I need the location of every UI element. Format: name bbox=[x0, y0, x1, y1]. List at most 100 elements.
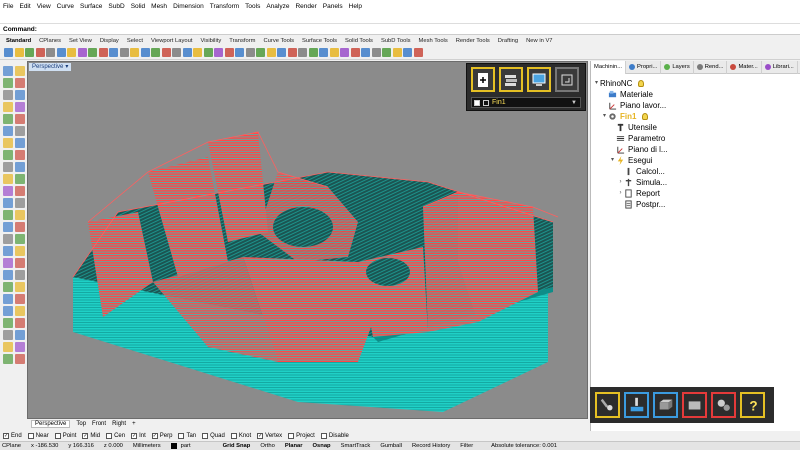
checkbox-icon[interactable] bbox=[288, 433, 295, 439]
toolbar-tool-icon[interactable] bbox=[382, 48, 391, 57]
tree-node-materiale[interactable]: Materiale bbox=[593, 89, 800, 100]
viewport-tab-front[interactable]: Front bbox=[92, 421, 106, 427]
stock-shape-button[interactable] bbox=[653, 392, 678, 418]
tree-node-utensile[interactable]: Utensile bbox=[593, 122, 800, 133]
expand-toggle-icon[interactable]: › bbox=[617, 188, 624, 199]
toolbar-tool-icon[interactable] bbox=[361, 48, 370, 57]
toolbox-tool-icon[interactable] bbox=[3, 354, 13, 364]
status-toggle-record-history[interactable]: Record History bbox=[410, 443, 450, 449]
menu-dimension[interactable]: Dimension bbox=[173, 3, 204, 10]
toolbox-tool-icon[interactable] bbox=[15, 222, 25, 232]
tree-node-parametro[interactable]: Parametro bbox=[593, 133, 800, 144]
toolbar-tool-icon[interactable] bbox=[25, 48, 34, 57]
help-button[interactable]: ? bbox=[740, 392, 765, 418]
toolbox-tool-icon[interactable] bbox=[3, 330, 13, 340]
toolbar-tab-viewport-layout[interactable]: Viewport Layout bbox=[151, 38, 192, 44]
command-input[interactable] bbox=[40, 24, 781, 34]
toolbar-tab-render-tools[interactable]: Render Tools bbox=[456, 38, 490, 44]
toolbar-tool-icon[interactable] bbox=[403, 48, 412, 57]
toolbar-tab-standard[interactable]: Standard bbox=[6, 38, 31, 44]
toolbox-tool-icon[interactable] bbox=[3, 222, 13, 232]
status-toggle-gumball[interactable]: Gumball bbox=[378, 443, 402, 449]
toolbar-tool-icon[interactable] bbox=[98, 48, 108, 57]
panel-tab-machinin[interactable]: Machinin... bbox=[591, 60, 627, 74]
toolbox-tool-icon[interactable] bbox=[15, 234, 25, 244]
panel-tab-rend[interactable]: Rend... bbox=[694, 60, 728, 74]
tree-node-piano-lavor[interactable]: Piano lavor... bbox=[593, 100, 800, 111]
toolbox-tool-icon[interactable] bbox=[15, 78, 25, 88]
toolbox-tool-icon[interactable] bbox=[15, 66, 25, 76]
operation-button[interactable] bbox=[624, 392, 649, 418]
tree-node-piano-di-l[interactable]: Piano di l... bbox=[593, 144, 800, 155]
toolbox-tool-icon[interactable] bbox=[15, 174, 25, 184]
toolbar-tool-icon[interactable] bbox=[329, 48, 339, 57]
expand-toggle-icon[interactable]: ▾ bbox=[593, 78, 600, 89]
toolbar-tool-icon[interactable] bbox=[172, 48, 181, 57]
toolbar-tab-set-view[interactable]: Set View bbox=[69, 38, 92, 44]
osnap-int[interactable]: ✓ Int bbox=[131, 433, 146, 439]
osnap-tan[interactable]: Tan bbox=[178, 433, 196, 439]
toolbox-tool-icon[interactable] bbox=[3, 294, 13, 304]
osnap-end[interactable]: ✓ End bbox=[3, 433, 22, 439]
toolbox-tool-icon[interactable] bbox=[15, 354, 25, 364]
toolbox-tool-icon[interactable] bbox=[3, 306, 13, 316]
expand-toggle-icon[interactable]: › bbox=[617, 177, 624, 188]
toolbar-tool-icon[interactable] bbox=[193, 48, 202, 57]
checkbox-icon[interactable] bbox=[27, 433, 34, 439]
checkbox-icon[interactable] bbox=[106, 433, 113, 439]
osnap-perp[interactable]: ✓ Perp bbox=[151, 433, 172, 439]
lightbulb-icon[interactable] bbox=[638, 80, 645, 87]
menu-solid[interactable]: Solid bbox=[131, 3, 145, 10]
toolbar-tool-icon[interactable] bbox=[151, 48, 160, 57]
checkbox-icon[interactable] bbox=[202, 433, 209, 439]
expand-toggle-icon[interactable]: ▾ bbox=[609, 155, 616, 166]
add-viewport-icon[interactable]: + bbox=[132, 421, 136, 427]
osnap-point[interactable]: Point bbox=[54, 433, 76, 439]
add-operation-button[interactable] bbox=[471, 67, 495, 92]
tree-node-rhinonc[interactable]: ▾ RhinoNC bbox=[593, 78, 800, 89]
toolbar-tool-icon[interactable] bbox=[287, 48, 297, 57]
menu-panels[interactable]: Panels bbox=[323, 3, 343, 10]
toolbox-tool-icon[interactable] bbox=[15, 186, 25, 196]
toolbar-tab-new-in-v7[interactable]: New in V7 bbox=[526, 38, 552, 44]
menu-subd[interactable]: SubD bbox=[108, 3, 124, 10]
toolbar-tab-cplanes[interactable]: CPlanes bbox=[39, 38, 61, 44]
toolbox-tool-icon[interactable] bbox=[3, 258, 13, 268]
checkbox-icon[interactable]: ✓ bbox=[151, 433, 158, 439]
menu-edit[interactable]: Edit bbox=[19, 3, 30, 10]
toolbox-tool-icon[interactable] bbox=[3, 126, 13, 136]
menu-mesh[interactable]: Mesh bbox=[151, 3, 167, 10]
checkbox-icon[interactable]: ✓ bbox=[82, 433, 89, 439]
viewport-tab-right[interactable]: Right bbox=[112, 421, 126, 427]
toolbox-tool-icon[interactable] bbox=[3, 78, 13, 88]
status-toggle-filter[interactable]: Filter bbox=[458, 443, 473, 449]
toolbar-tool-icon[interactable] bbox=[224, 48, 234, 57]
toolbar-tool-icon[interactable] bbox=[67, 48, 76, 57]
toolbar-tool-icon[interactable] bbox=[214, 48, 223, 57]
toolbar-tool-icon[interactable] bbox=[182, 48, 192, 57]
operation-combo[interactable]: Fin1 ▼ bbox=[471, 97, 581, 108]
status-toggle-grid-snap[interactable]: Grid Snap bbox=[221, 443, 251, 449]
settings-button[interactable] bbox=[711, 392, 736, 418]
tree-node-calcol[interactable]: Calcol... bbox=[593, 166, 800, 177]
toolbar-tool-icon[interactable] bbox=[4, 48, 13, 57]
toolbar-tab-surface-tools[interactable]: Surface Tools bbox=[302, 38, 337, 44]
toolbar-tool-icon[interactable] bbox=[77, 48, 87, 57]
machine-button[interactable] bbox=[527, 67, 551, 92]
expand-toggle-icon[interactable]: ▾ bbox=[601, 111, 608, 122]
viewport-tab-perspective[interactable]: Perspective bbox=[31, 420, 71, 428]
toolbar-tab-display[interactable]: Display bbox=[100, 38, 119, 44]
toolbox-tool-icon[interactable] bbox=[15, 150, 25, 160]
toolbar-tool-icon[interactable] bbox=[161, 48, 171, 57]
osnap-mid[interactable]: ✓ Mid bbox=[82, 433, 100, 439]
toolbox-tool-icon[interactable] bbox=[3, 282, 13, 292]
toolbar-tool-icon[interactable] bbox=[266, 48, 276, 57]
toolbar-tab-drafting[interactable]: Drafting bbox=[498, 38, 518, 44]
toolbar-tool-icon[interactable] bbox=[413, 48, 423, 57]
toolbox-tool-icon[interactable] bbox=[15, 318, 25, 328]
toolbox-tool-icon[interactable] bbox=[15, 258, 25, 268]
menu-render[interactable]: Render bbox=[295, 3, 316, 10]
toolbox-tool-icon[interactable] bbox=[15, 210, 25, 220]
toolbox-tool-icon[interactable] bbox=[3, 162, 13, 172]
toolbar-tool-icon[interactable] bbox=[277, 48, 286, 57]
